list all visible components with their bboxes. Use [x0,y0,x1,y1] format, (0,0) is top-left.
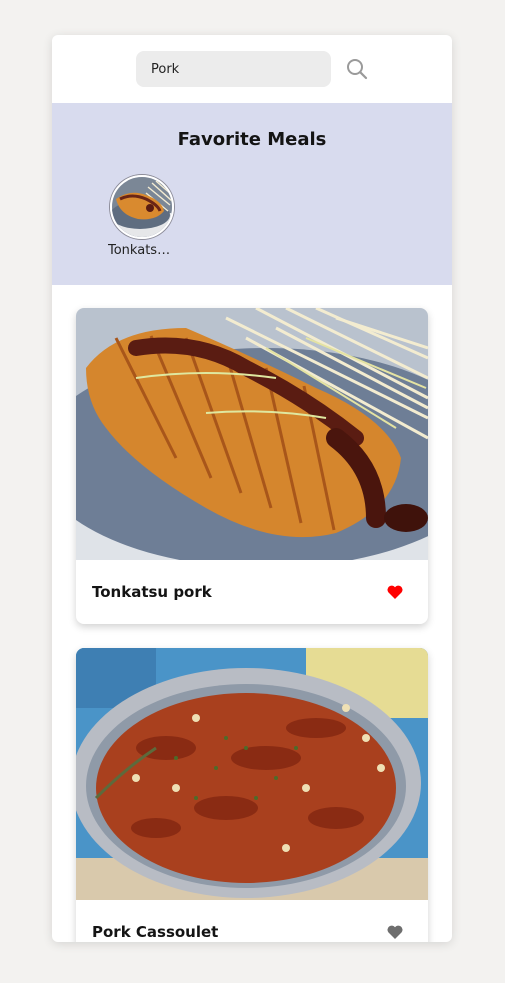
app-container: Favorite Meals To [52,35,452,942]
meal-list: Tonkatsu pork Pork Cassoulet [52,285,452,942]
favorite-item[interactable]: Tonkatsu pork [108,175,176,258]
meal-name: Pork Cassoulet [92,923,219,941]
favorites-title: Favorite Meals [177,129,327,150]
favorite-toggle-button[interactable] [386,583,404,601]
favorite-toggle-button[interactable] [386,923,404,941]
meal-card[interactable]: Pork Cassoulet [76,648,428,942]
heart-icon [387,925,403,939]
favorite-name: Tonkatsu pork [108,243,176,258]
favorite-avatar [110,175,174,239]
meal-image [76,648,428,900]
meal-image [76,308,428,560]
meal-info: Pork Cassoulet [76,900,428,942]
heart-icon [387,585,403,599]
search-icon [347,59,368,80]
search-input[interactable] [136,51,331,87]
search-button[interactable] [346,58,368,80]
favorites-section: Favorite Meals Tonkatsu [52,103,452,285]
meal-info: Tonkatsu pork [76,560,428,624]
meal-name: Tonkatsu pork [92,583,212,601]
meal-card[interactable]: Tonkatsu pork [76,308,428,624]
search-bar [52,35,452,103]
